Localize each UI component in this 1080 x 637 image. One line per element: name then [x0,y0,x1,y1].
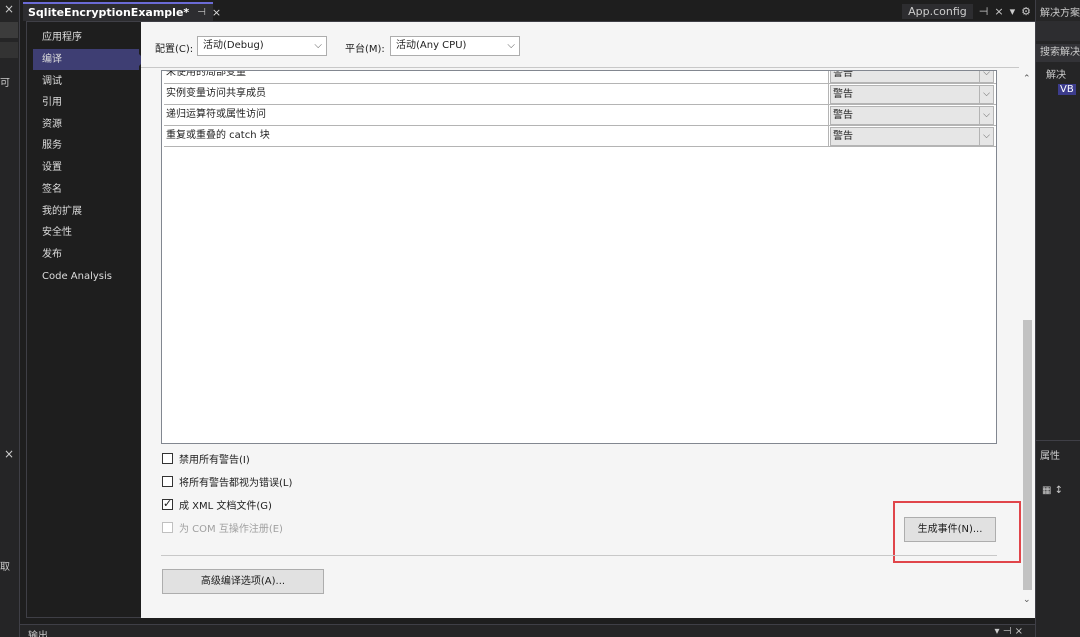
table-row[interactable]: 实例变量访问共享成员 警告 ⌵ [164,84,996,105]
solution-explorer-panel: 解决方案资 搜索解决 解决 VB [1035,0,1080,440]
close-icon[interactable]: × [4,447,14,461]
nav-item-debug[interactable]: 调试 [33,71,139,92]
tab-title[interactable]: App.config [902,4,973,19]
nav-item-settings[interactable]: 设置 [33,157,139,178]
advanced-compile-options-button[interactable]: 高级编译选项(A)... [162,569,324,594]
properties-panel: 属性 ▦ ↕ [1035,440,1080,637]
notification-select[interactable]: 警告 ⌵ [830,85,994,104]
divider [161,555,997,556]
notification-value: 警告 [833,110,853,121]
properties-nav: 应用程序 编译 调试 引用 资源 服务 设置 签名 我的扩展 安全性 发布 Co… [27,22,145,617]
pin-icon[interactable]: ⊣ [197,7,206,18]
panel-controls[interactable]: ▾ ⊣ × [995,626,1023,637]
nav-item-security[interactable]: 安全性 [33,222,139,243]
project-icon[interactable]: VB [1058,84,1076,95]
notification-select[interactable]: 警告 ⌵ [830,127,994,146]
option-label: 禁用所有警告(I) [179,454,250,466]
notification-value: 警告 [833,131,853,142]
warnings-grid[interactable]: 未使用的局部变量 警告 ⌵ 实例变量访问共享成员 警告 ⌵ 递归运算符或属性访问 警… [161,70,997,444]
checkbox [162,521,173,533]
compile-settings-panel: 配置(C): 活动(Debug) ⌵ 平台(M): 活动(Any CPU) ⌵ … [141,22,1035,618]
table-row[interactable]: 递归运算符或属性访问 警告 ⌵ [164,105,996,126]
chevron-down-icon[interactable]: ⌵ [979,86,993,103]
close-icon[interactable]: × [4,2,14,16]
table-row[interactable]: 未使用的局部变量 警告 ⌵ [164,70,996,84]
chevron-down-icon[interactable]: ⌵ [979,128,993,145]
platform-label: 平台(M): [345,44,385,55]
table-row[interactable]: 重复或重叠的 catch 块 警告 ⌵ [164,126,996,147]
disable-all-warnings-option[interactable]: 禁用所有警告(I) [162,450,250,466]
gear-icon[interactable]: ⚙ [1021,5,1031,18]
solution-toolbar [1036,21,1080,41]
condition-name: 未使用的局部变量 [164,71,829,84]
scroll-up-icon[interactable]: ⌃ [1023,74,1031,84]
truncated-label: 取 [0,562,10,573]
checkbox-checked[interactable] [162,497,173,510]
nav-item-services[interactable]: 服务 [33,135,139,156]
notification-select[interactable]: 警告 ⌵ [830,70,994,83]
sort-icon[interactable]: ▦ ↕ [1042,485,1063,496]
xml-documentation-option[interactable]: 成 XML 文档文件(G) [162,496,272,512]
document-tab-bar: SqliteEncryptionExample* ⊣ × App.config … [20,0,1035,21]
nav-item-signing[interactable]: 签名 [33,179,139,200]
nav-item-compile[interactable]: 编译 [33,49,145,70]
panel-title: 解决方案资 [1040,8,1080,19]
chevron-down-icon: ⌵ [314,40,322,51]
dropdown-icon[interactable]: ▾ [1010,5,1016,18]
condition-name: 重复或重叠的 catch 块 [164,126,829,147]
checkbox[interactable] [162,475,173,487]
config-select[interactable]: 活动(Debug) ⌵ [197,36,327,56]
config-label: 配置(C): [155,44,194,55]
nav-item-application[interactable]: 应用程序 [33,27,139,48]
close-icon[interactable]: × [212,6,221,19]
treat-warnings-as-errors-option[interactable]: 将所有警告都视为错误(L) [162,473,292,489]
notification-value: 警告 [833,70,853,79]
option-label: 成 XML 文档文件(G) [179,500,272,512]
preview-tab[interactable]: App.config ⊣ × ▾ ⚙ [902,2,1031,21]
nav-item-resources[interactable]: 资源 [33,114,139,135]
highlight-box [893,501,1021,563]
nav-item-my-extensions[interactable]: 我的扩展 [33,201,139,222]
close-icon[interactable]: × [994,5,1003,18]
pin-icon[interactable]: ⊣ [979,5,989,18]
option-label: 为 COM 互操作注册(E) [179,523,283,535]
panel-title: 输出 [28,631,48,637]
platform-select[interactable]: 活动(Any CPU) ⌵ [390,36,520,56]
checkbox[interactable] [162,452,173,464]
divider [141,67,1019,68]
notification-select[interactable]: 警告 ⌵ [830,106,994,125]
notification-value: 警告 [833,89,853,100]
nav-item-code-analysis[interactable]: Code Analysis [33,266,139,287]
output-panel: 输出 ▾ ⊣ × [20,624,1035,637]
tab-title: SqliteEncryptionExample* [28,6,190,19]
scrollbar-thumb[interactable] [1023,320,1032,590]
panel-title: 属性 [1040,451,1060,462]
solution-root-item[interactable]: 解决 [1046,66,1066,81]
vertical-scrollbar[interactable]: ⌃ ⌄ [1021,68,1034,608]
project-properties-page: 应用程序 编译 调试 引用 资源 服务 设置 签名 我的扩展 安全性 发布 Co… [26,21,1035,618]
nav-item-publish[interactable]: 发布 [33,244,139,265]
chevron-down-icon: ⌵ [507,40,515,51]
scroll-down-icon[interactable]: ⌄ [1023,595,1031,605]
platform-value: 活动(Any CPU) [396,40,467,51]
com-interop-option: 为 COM 互操作注册(E) [162,519,283,535]
search-input[interactable]: 搜索解决 [1036,44,1080,62]
document-tab[interactable]: SqliteEncryptionExample* ⊣ × [23,2,221,21]
nav-item-references[interactable]: 引用 [33,92,139,113]
chevron-down-icon[interactable]: ⌵ [979,71,993,82]
toolbar-block [0,42,18,58]
toolbar-block [0,22,18,38]
condition-name: 实例变量访问共享成员 [164,84,829,105]
chevron-down-icon[interactable]: ⌵ [979,107,993,124]
option-label: 将所有警告都视为错误(L) [179,477,293,489]
truncated-label: 可 [0,78,10,89]
config-value: 活动(Debug) [203,40,264,51]
left-tool-strip: × 可 × 取 [0,0,20,637]
condition-name: 递归运算符或属性访问 [164,105,829,126]
